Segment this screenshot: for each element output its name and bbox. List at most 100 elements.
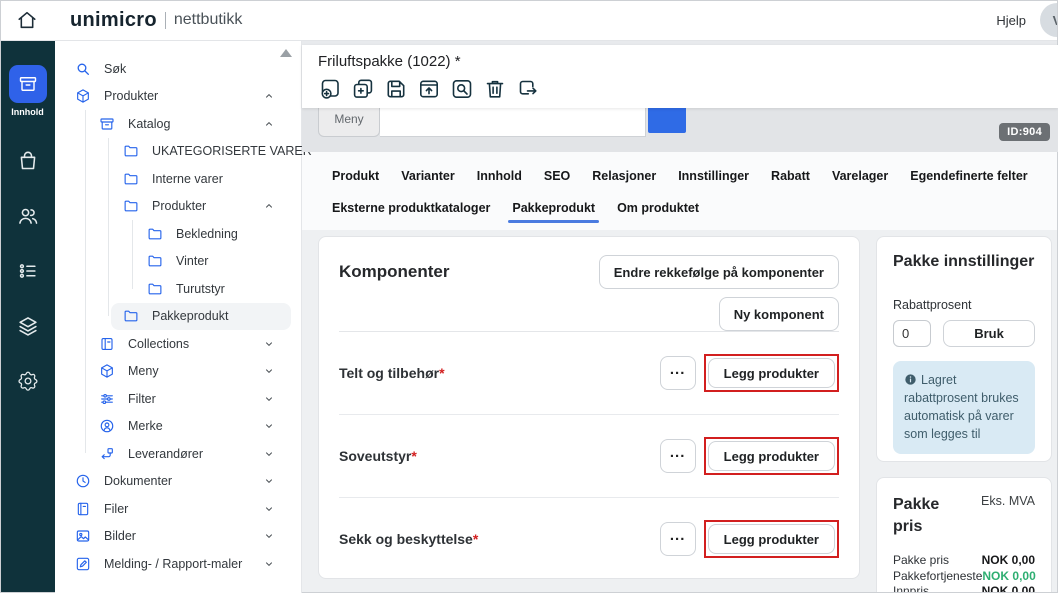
chevron-down-icon[interactable] <box>263 558 275 570</box>
nav-item-merke[interactable]: Merke <box>55 413 301 441</box>
nav-item-ukategoriserte-varer[interactable]: UKATEGORISERTE VARER <box>55 138 301 166</box>
nav-item-label: Dokumenter <box>104 474 172 488</box>
tab-seo[interactable]: SEO <box>540 167 574 191</box>
rail-item-layers[interactable] <box>17 315 39 337</box>
tab-varianter[interactable]: Varianter <box>397 167 459 191</box>
nav-item-s-k[interactable]: Søk <box>55 55 301 83</box>
nav-item-katalog[interactable]: Katalog <box>55 110 301 138</box>
component-more-button[interactable]: ... <box>660 356 696 390</box>
avatar[interactable]: V <box>1040 3 1058 37</box>
rail-item-innhold[interactable]: Innhold <box>9 65 47 117</box>
add-products-button[interactable]: Legg produkter <box>708 524 835 554</box>
package-icon <box>99 363 115 379</box>
chevron-down-icon[interactable] <box>263 530 275 542</box>
nav-item-produkter[interactable]: Produkter <box>55 83 301 111</box>
meny-dropdown[interactable]: Meny <box>318 108 380 137</box>
new-component-button[interactable]: Ny komponent <box>719 297 839 331</box>
component-more-button[interactable]: ... <box>660 522 696 556</box>
clock-icon <box>75 473 91 489</box>
toolbar-preview-button[interactable] <box>450 77 474 101</box>
chevron-down-icon[interactable] <box>263 365 275 377</box>
folder-icon <box>123 171 139 187</box>
nav-item-interne-varer[interactable]: Interne varer <box>55 165 301 193</box>
nav-item-vinter[interactable]: Vinter <box>55 248 301 276</box>
toolbar-publish-button[interactable] <box>417 77 441 101</box>
chevron-down-icon[interactable] <box>263 503 275 515</box>
discount-row: Bruk <box>893 320 1035 347</box>
annotation-highlight-box: Legg produkter <box>704 520 839 558</box>
page-title: Friluftspakke (1022) * <box>318 53 1042 71</box>
nav-item-collections[interactable]: Collections <box>55 330 301 358</box>
chevron-down-icon[interactable] <box>263 420 275 432</box>
component-more-button[interactable]: ... <box>660 439 696 473</box>
help-link[interactable]: Hjelp <box>996 13 1026 28</box>
chevron-up-icon[interactable] <box>263 200 275 212</box>
rail-item-shop[interactable] <box>17 150 39 172</box>
nav-item-melding-rapport-maler[interactable]: Melding- / Rapport-maler <box>55 550 301 578</box>
add-products-button[interactable]: Legg produkter <box>708 441 835 471</box>
toolbar-delete-button[interactable] <box>483 77 507 101</box>
tab-pakkeprodukt[interactable]: Pakkeprodukt <box>508 199 599 223</box>
tab-varelager[interactable]: Varelager <box>828 167 892 191</box>
package-icon <box>75 88 91 104</box>
toolbar-save-button[interactable] <box>384 77 408 101</box>
rail-item-settings[interactable] <box>17 370 39 392</box>
package-price-card: Pakke pris Eks. MVA Pakke prisNOK 0,00Pa… <box>876 477 1052 593</box>
toolbar-export-button[interactable] <box>516 77 540 101</box>
rail-item-customers[interactable] <box>17 205 39 227</box>
box-arrow-icon <box>516 77 540 101</box>
filter-go-button[interactable] <box>648 108 686 133</box>
components-actions: Endre rekkefølge på komponenter Ny kompo… <box>599 255 839 331</box>
toolbar <box>318 77 1042 101</box>
price-row-label: Innpris <box>893 584 929 593</box>
rail-active-label: Innhold <box>11 107 44 117</box>
folder-icon <box>123 308 139 324</box>
home-icon[interactable] <box>16 9 38 31</box>
nav-item-leverand-rer[interactable]: Leverandører <box>55 440 301 468</box>
toolbar-duplicate-button[interactable] <box>351 77 375 101</box>
search-icon <box>75 61 91 77</box>
tab-egendefinerte-felter[interactable]: Egendefinerte felter <box>906 167 1031 191</box>
price-row-label: Pakkefortjeneste <box>893 569 982 585</box>
tab-om-produktet[interactable]: Om produktet <box>613 199 703 223</box>
chevron-up-icon[interactable] <box>263 118 275 130</box>
search-box-icon <box>450 77 474 101</box>
tab-eksterne-produktkataloger[interactable]: Eksterne produktkataloger <box>328 199 494 223</box>
nav-item-turutstyr[interactable]: Turutstyr <box>55 275 301 303</box>
chevron-down-icon[interactable] <box>263 448 275 460</box>
filter-search-input[interactable] <box>380 108 646 137</box>
nav-item-pakkeprodukt[interactable]: Pakkeprodukt <box>111 303 291 331</box>
discount-percent-label: Rabattprosent <box>893 298 1035 312</box>
tab-produkt[interactable]: Produkt <box>328 167 383 191</box>
rail-sidebar: Innhold <box>0 41 55 593</box>
required-asterisk: * <box>411 448 416 464</box>
archive-icon <box>99 116 115 132</box>
nav-item-meny[interactable]: Meny <box>55 358 301 386</box>
tab-innhold[interactable]: Innhold <box>473 167 526 191</box>
nav-item-label: Filter <box>128 392 156 406</box>
required-asterisk: * <box>473 531 478 547</box>
tab-rabatt[interactable]: Rabatt <box>767 167 814 191</box>
filter-group-partial: Meny <box>318 108 686 137</box>
collections-icon <box>99 336 115 352</box>
nav-item-produkter[interactable]: Produkter <box>55 193 301 221</box>
tab-relasjoner[interactable]: Relasjoner <box>588 167 660 191</box>
tab-innstillinger[interactable]: Innstillinger <box>674 167 753 191</box>
toolbar-new-button[interactable] <box>318 77 342 101</box>
package-settings-card: Pakke innstillinger Rabattprosent Bruk L… <box>876 236 1052 462</box>
chevron-up-icon[interactable] <box>263 90 275 102</box>
chevron-down-icon[interactable] <box>263 338 275 350</box>
nav-item-dokumenter[interactable]: Dokumenter <box>55 468 301 496</box>
chevron-down-icon[interactable] <box>263 393 275 405</box>
nav-item-filter[interactable]: Filter <box>55 385 301 413</box>
nav-item-bekledning[interactable]: Bekledning <box>55 220 301 248</box>
nav-item-bilder[interactable]: Bilder <box>55 523 301 551</box>
discount-percent-input[interactable] <box>893 320 931 347</box>
add-products-button[interactable]: Legg produkter <box>708 358 835 388</box>
rail-item-lists[interactable] <box>17 260 39 282</box>
reorder-components-button[interactable]: Endre rekkefølge på komponenter <box>599 255 839 289</box>
apply-discount-button[interactable]: Bruk <box>943 320 1035 347</box>
chevron-down-icon[interactable] <box>263 475 275 487</box>
nav-item-filer[interactable]: Filer <box>55 495 301 523</box>
badge-icon <box>99 418 115 434</box>
